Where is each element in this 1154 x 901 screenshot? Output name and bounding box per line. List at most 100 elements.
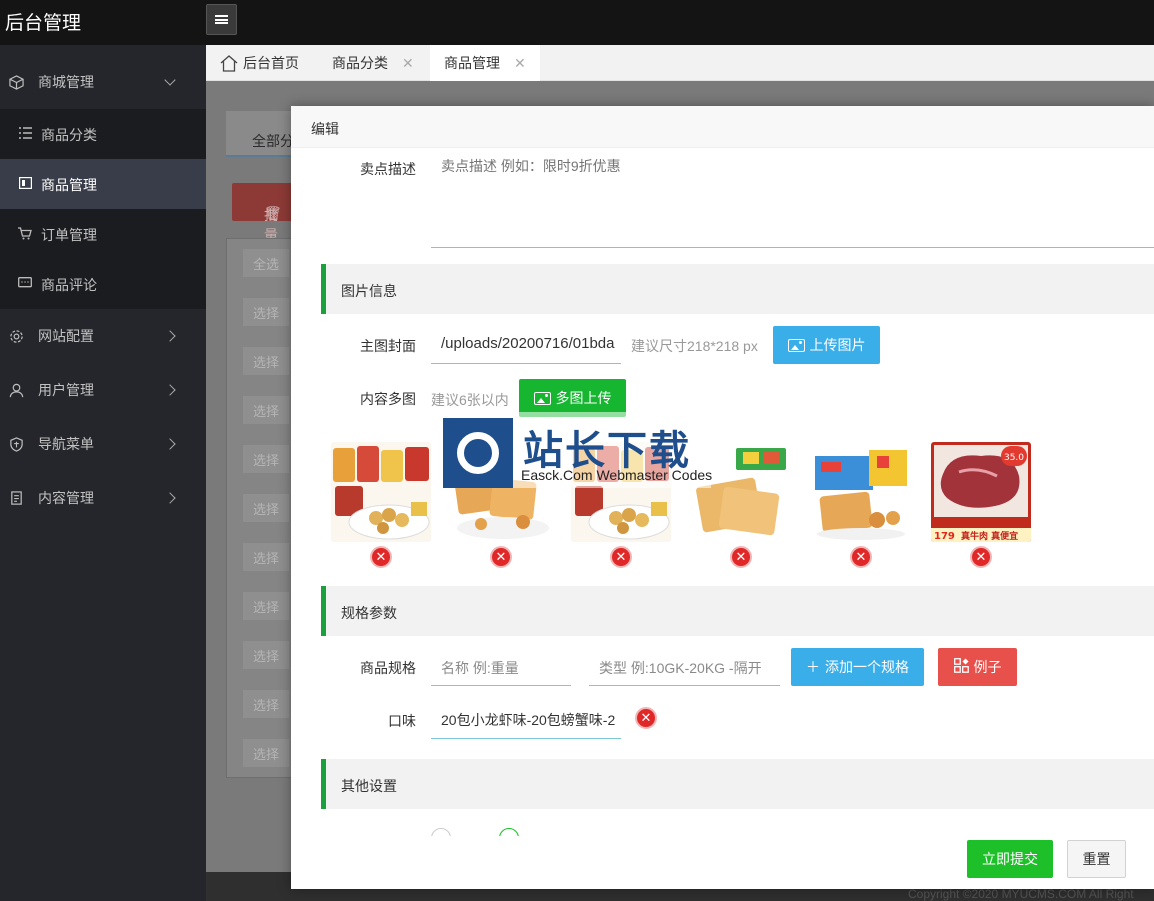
- cover-path-input[interactable]: /uploads/20200716/01bda: [431, 326, 621, 364]
- delete-image-icon[interactable]: ✕: [970, 546, 992, 568]
- cover-path-value: /uploads/20200716/01bda: [441, 335, 615, 352]
- example-button[interactable]: 例子: [938, 648, 1017, 686]
- sidebar-group-mall[interactable]: 商城管理: [0, 57, 206, 107]
- beef-slogan-text: 真牛肉 真便宜: [961, 530, 1018, 542]
- tab-label: 后台首页: [243, 55, 299, 71]
- app-title: 后台管理: [5, 13, 82, 34]
- comment-icon: [18, 276, 32, 290]
- row-select-cell: 选择: [243, 739, 289, 767]
- select-text: 全部分: [252, 133, 294, 149]
- multi-upload-label: 多图上传: [555, 390, 612, 406]
- shield-icon: [8, 436, 24, 452]
- example-label: 例子: [973, 659, 1002, 675]
- sidebar-subgroup: 商品分类 商品管理 订单管理 商品评论: [0, 109, 206, 309]
- plus-icon: ＋: [806, 659, 820, 675]
- delete-image-icon[interactable]: ✕: [850, 546, 872, 568]
- row-select-cell: 选择: [243, 641, 289, 669]
- flavor-label: 口味: [388, 713, 416, 729]
- file-icon: [8, 490, 24, 506]
- gear-icon: [8, 328, 24, 344]
- gallery-image[interactable]: [811, 442, 911, 542]
- tab-label: 商品管理: [444, 55, 500, 71]
- tab-home[interactable]: 后台首页: [220, 45, 320, 81]
- watermark-overlay: 站长下载 Easck.Com Webmaster Codes: [443, 412, 713, 488]
- spec-section-header: 规格参数: [321, 586, 1154, 636]
- home-icon: [220, 54, 238, 72]
- chevron-down-icon: [164, 74, 176, 86]
- sidebar-item-orders[interactable]: 订单管理: [0, 209, 206, 259]
- section-title: 其他设置: [341, 778, 397, 794]
- card-icon: [18, 176, 32, 190]
- sidebar-item-reviews[interactable]: 商品评论: [0, 259, 206, 309]
- modal-footer: 立即提交 重置: [291, 836, 1154, 889]
- flavor-input[interactable]: 20包小龙虾味-20包螃蟹味-2: [431, 701, 621, 739]
- reset-label: 重置: [1082, 851, 1111, 867]
- edit-modal: 编辑 卖点描述 卖点描述 例如：限时9折优惠 图片信息 主图封面 /upload…: [291, 106, 1154, 889]
- selling-point-textarea[interactable]: 卖点描述 例如：限时9折优惠: [431, 148, 1154, 248]
- spec-name-input[interactable]: 名称 例:重量: [431, 648, 571, 686]
- beef-price-text: 179: [934, 531, 955, 542]
- delete-image-icon[interactable]: ✕: [610, 546, 632, 568]
- delete-flavor-icon[interactable]: ✕: [635, 707, 657, 729]
- cart-icon: [18, 226, 32, 240]
- gallery-image[interactable]: [331, 442, 431, 542]
- watermark-logo: [443, 418, 513, 488]
- sidebar-group-label: 网站配置: [38, 328, 94, 344]
- chevron-right-icon: [164, 438, 176, 450]
- upload-image-button[interactable]: 上传图片: [773, 326, 880, 364]
- spec-type-placeholder: 类型 例:10GK-20KG -隔开: [599, 660, 762, 676]
- sidebar-group-label: 商城管理: [38, 74, 94, 90]
- reset-button[interactable]: 重置: [1067, 840, 1126, 878]
- sidebar-group-site-config[interactable]: 网站配置: [0, 311, 206, 361]
- sidebar-group-label: 内容管理: [38, 490, 94, 506]
- section-title: 规格参数: [341, 605, 397, 621]
- sidebar-item-label: 商品管理: [41, 177, 97, 193]
- sidebar-group-label: 用户管理: [38, 382, 94, 398]
- sidebar-group-nav-menu[interactable]: 导航菜单: [0, 419, 206, 469]
- row-select-cell: 选择: [243, 494, 289, 522]
- grid-icon: [953, 658, 969, 676]
- radio-option-selected[interactable]: [499, 828, 519, 836]
- delete-image-icon[interactable]: ✕: [490, 546, 512, 568]
- submit-button[interactable]: 立即提交: [967, 840, 1053, 878]
- gallery-label: 内容多图: [360, 391, 416, 407]
- sidebar-item-label: 商品分类: [41, 127, 97, 143]
- spec-type-input[interactable]: 类型 例:10GK-20KG -隔开: [589, 648, 780, 686]
- selling-point-placeholder: 卖点描述 例如：限时9折优惠: [441, 158, 621, 174]
- tab-bar: 后台首页 商品分类 ✕ 商品管理 ✕: [206, 45, 1154, 81]
- delete-image-icon[interactable]: ✕: [730, 546, 752, 568]
- sidebar-item-category[interactable]: 商品分类: [0, 109, 206, 159]
- sidebar-item-label: 商品评论: [41, 277, 97, 293]
- radio-option[interactable]: [431, 828, 451, 836]
- row-select-cell: 选择: [243, 690, 289, 718]
- tab-category[interactable]: 商品分类 ✕: [332, 45, 427, 81]
- top-header: 后台管理: [0, 0, 1154, 45]
- sidebar-group-content[interactable]: 内容管理: [0, 473, 206, 523]
- menu-toggle-button[interactable]: [206, 4, 237, 35]
- box-icon: [8, 74, 24, 90]
- add-spec-button[interactable]: ＋ 添加一个规格: [791, 648, 924, 686]
- gallery-image-beef[interactable]: 35.0 179 真牛肉 真便宜: [931, 442, 1031, 542]
- other-section-header: 其他设置: [321, 759, 1154, 809]
- selling-point-label: 卖点描述: [360, 161, 416, 177]
- spec-name-placeholder: 名称 例:重量: [441, 660, 519, 676]
- row-select-cell: 选择: [243, 347, 289, 375]
- upload-image-label: 上传图片: [809, 337, 866, 353]
- image-section-header: 图片信息: [321, 264, 1154, 314]
- tab-products[interactable]: 商品管理 ✕: [430, 45, 540, 81]
- row-select-cell: 选择: [243, 396, 289, 424]
- close-icon[interactable]: ✕: [514, 55, 526, 72]
- row-select-cell: 选择: [243, 592, 289, 620]
- image-icon: [533, 391, 551, 405]
- sidebar-group-users[interactable]: 用户管理: [0, 365, 206, 415]
- hamburger-icon: [215, 15, 228, 24]
- sidebar-item-products[interactable]: 商品管理: [0, 159, 206, 209]
- row-select-cell: 选择: [243, 298, 289, 326]
- watermark-en-text: Easck.Com Webmaster Codes: [521, 467, 713, 483]
- close-icon[interactable]: ✕: [402, 55, 414, 72]
- delete-image-icon[interactable]: ✕: [370, 546, 392, 568]
- list-icon: [18, 126, 32, 140]
- sidebar-item-label: 订单管理: [41, 227, 97, 243]
- cover-label: 主图封面: [360, 338, 416, 354]
- row-select-cell: 选择: [243, 543, 289, 571]
